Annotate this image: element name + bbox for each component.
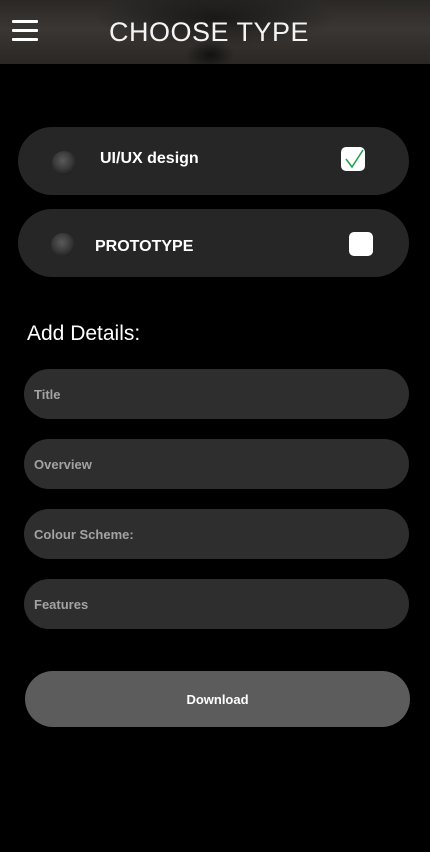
title-field[interactable]: Title xyxy=(24,369,409,419)
overview-field[interactable]: Overview xyxy=(24,439,409,489)
page-title: CHOOSE TYPE xyxy=(109,17,310,47)
thumbnail-image-icon xyxy=(52,151,76,175)
features-field[interactable]: Features xyxy=(24,579,409,629)
type-option-label: PROTOTYPE xyxy=(95,238,194,255)
checkmark-icon xyxy=(345,149,364,169)
hamburger-menu-icon[interactable] xyxy=(12,20,38,42)
colour-scheme-field[interactable]: Colour Scheme: xyxy=(24,509,409,559)
prototype-checkbox[interactable] xyxy=(349,232,373,256)
features-placeholder: Features xyxy=(34,597,89,612)
type-option-prototype[interactable]: PROTOTYPE xyxy=(18,209,409,277)
type-option-uiux[interactable]: UI/UX design xyxy=(18,127,409,195)
thumbnail-image-icon xyxy=(51,233,75,257)
download-button[interactable]: Download xyxy=(25,671,410,727)
type-option-label: UI/UX design xyxy=(100,150,199,167)
uiux-checkbox[interactable] xyxy=(341,147,365,171)
overview-placeholder: Overview xyxy=(34,457,92,472)
header-bar: CHOOSE TYPE xyxy=(0,0,430,64)
title-placeholder: Title xyxy=(34,387,61,402)
add-details-heading: Add Details: xyxy=(27,322,141,345)
colour-scheme-placeholder: Colour Scheme: xyxy=(34,527,134,542)
